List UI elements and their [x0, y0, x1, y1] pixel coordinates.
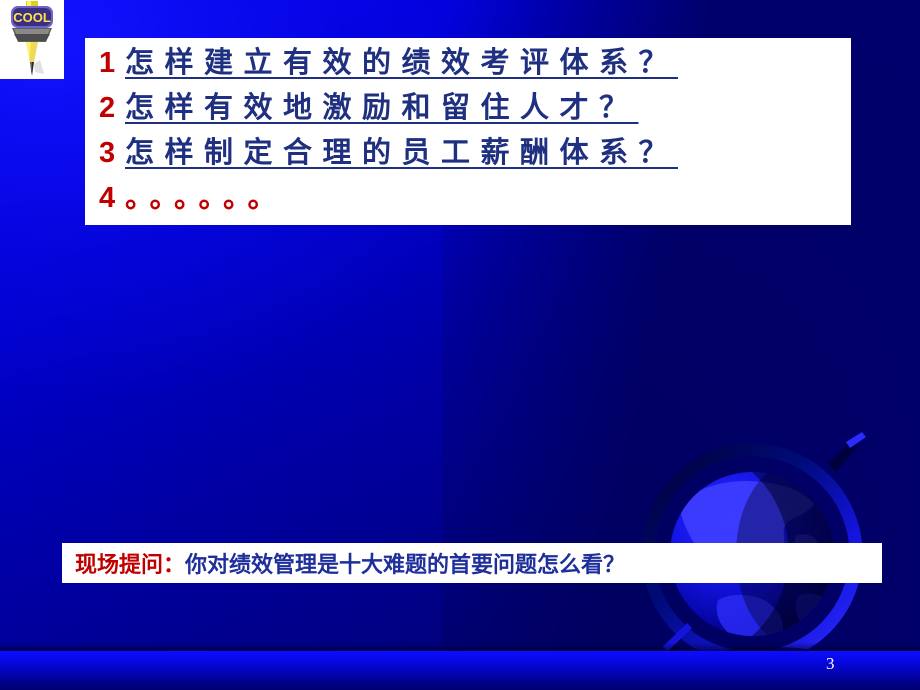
list-item-label: 怎样建立有效的绩效考评体系？ [125, 47, 679, 79]
list-item: 3 怎样制定合理的员工薪酬体系？ [85, 138, 851, 178]
page-number: 3 [826, 654, 835, 673]
main-content-panel: 1 怎样建立有效的绩效考评体系？ 2 怎样有效地激励和留住人才？ 3 怎样制定合… [85, 38, 851, 225]
list-item-number: 4 [99, 182, 116, 214]
list-item-number: 1 [99, 47, 116, 79]
cool-logo: COOL [0, 0, 64, 79]
list-item: 1 怎样建立有效的绩效考评体系？ [85, 48, 851, 88]
cool-pencil-icon: COOL [0, 0, 64, 79]
question-text: 你对绩效管理是十大难题的首要问题怎么看？ [185, 552, 626, 577]
list-item-number: 2 [99, 92, 116, 124]
list-item-label: 。。。。。。 [125, 182, 287, 214]
list-item-label: 怎样有效地激励和留住人才？ [125, 92, 639, 124]
slide-canvas: COOL 1 怎样建立有效的绩效考评体系？ 2 怎样有效地激励和留住人才？ 3 … [0, 0, 920, 690]
question-label: 现场提问： [75, 552, 186, 577]
list-item: 2 怎样有效地激励和留住人才？ [85, 93, 851, 133]
cool-logo-text: COOL [13, 10, 51, 25]
horizon-band [0, 651, 920, 690]
question-panel: 现场提问： 你对绩效管理是十大难题的首要问题怎么看？ [62, 543, 882, 583]
list-item: 4 。。。。。。 [85, 183, 851, 223]
list-item-number: 3 [99, 137, 116, 169]
list-item-label: 怎样制定合理的员工薪酬体系？ [125, 137, 679, 169]
